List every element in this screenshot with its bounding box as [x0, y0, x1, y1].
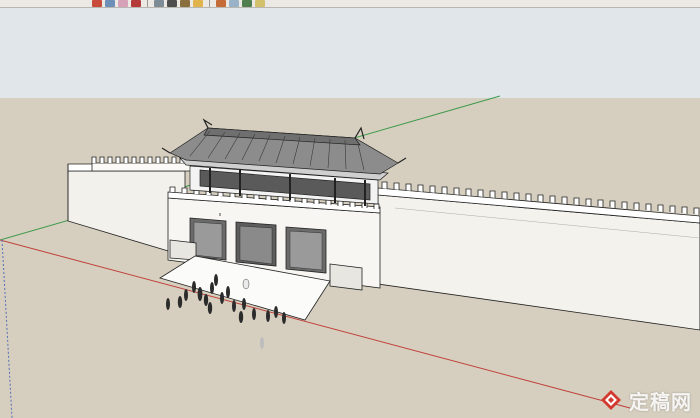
component-icon[interactable] [105, 0, 115, 7]
watermark: 定稿网 [599, 387, 692, 414]
zoom-icon[interactable] [255, 0, 265, 7]
rectangle-icon[interactable] [154, 0, 164, 7]
line-icon[interactable] [167, 0, 177, 7]
toolbar-separator [209, 0, 210, 7]
paint-bucket-icon[interactable] [131, 0, 141, 7]
eraser-icon[interactable] [118, 0, 128, 7]
select-icon[interactable] [92, 0, 102, 7]
tape-measure-icon[interactable] [229, 0, 239, 7]
orbit-icon[interactable] [242, 0, 252, 7]
arc-icon[interactable] [180, 0, 190, 7]
offset-icon[interactable] [216, 0, 226, 7]
zhulong-logo-icon [601, 390, 621, 410]
model-viewport[interactable]: 定稿网 [0, 8, 700, 418]
blue-axis [1, 239, 13, 418]
sketchup-window: 定稿网 [0, 0, 700, 418]
toolbar-separator [147, 0, 148, 7]
toolbar [0, 0, 700, 8]
model-scene[interactable] [0, 8, 700, 418]
watermark-text: 定稿网 [629, 389, 692, 414]
right-wall [377, 181, 700, 331]
push-pull-icon[interactable] [193, 0, 203, 7]
